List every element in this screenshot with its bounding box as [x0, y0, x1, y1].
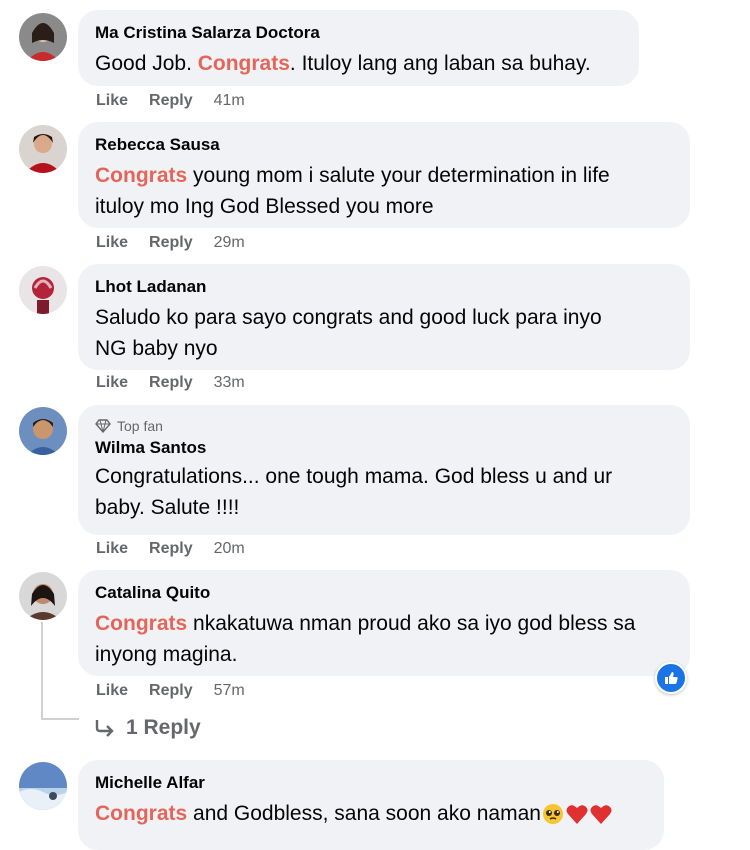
comment-bubble: Lhot Ladanan Saludo ko para sayo congrat…: [78, 264, 690, 370]
comment-actions: Like Reply 57m: [96, 682, 245, 700]
like-button[interactable]: Like: [96, 540, 128, 558]
avatar[interactable]: [19, 572, 67, 620]
comment-timestamp[interactable]: 20m: [214, 540, 245, 558]
comment-author[interactable]: Rebecca Sausa: [95, 134, 672, 156]
comment-bubble: Top fan Wilma Santos Congratulations... …: [78, 405, 690, 535]
reply-button[interactable]: Reply: [149, 540, 193, 558]
comment-actions: Like Reply 33m: [96, 374, 245, 392]
comment-text: Congrats nkakatuwa nman proud ako sa iyo…: [95, 612, 636, 666]
reply-arrow-icon: [95, 720, 114, 737]
comment-actions: Like Reply 29m: [96, 234, 245, 252]
reply-thread-line: [41, 622, 43, 720]
comment-bubble: Ma Cristina Salarza Doctora Good Job. Co…: [78, 10, 639, 86]
diamond-icon: [95, 419, 111, 433]
reply-thread-curve: [41, 718, 79, 720]
comment-author[interactable]: Michelle Alfar: [95, 772, 646, 794]
reply-button[interactable]: Reply: [149, 682, 193, 700]
comment-timestamp[interactable]: 41m: [214, 92, 245, 110]
comment-bubble: Michelle Alfar Congrats and Godbless, sa…: [78, 760, 664, 850]
comment-bubble: Catalina Quito Congrats nkakatuwa nman p…: [78, 570, 690, 676]
view-replies-link[interactable]: 1 Reply: [94, 716, 201, 740]
comment-author[interactable]: Wilma Santos: [95, 437, 672, 459]
red-heart-icon: [566, 805, 588, 825]
pleading-face-icon: [542, 804, 563, 825]
comment-text: Saludo ko para sayo congrats and good lu…: [95, 306, 602, 360]
avatar[interactable]: [19, 762, 67, 810]
comment-author[interactable]: Catalina Quito: [95, 582, 672, 604]
avatar[interactable]: [19, 266, 67, 314]
comment-text: Congrats and Godbless, sana soon ako nam…: [95, 798, 646, 829]
comment-timestamp[interactable]: 57m: [214, 682, 245, 700]
like-button[interactable]: Like: [96, 234, 128, 252]
avatar[interactable]: [19, 13, 67, 61]
reply-button[interactable]: Reply: [149, 374, 193, 392]
like-button[interactable]: Like: [96, 374, 128, 392]
avatar[interactable]: [19, 125, 67, 173]
replies-count[interactable]: 1 Reply: [126, 716, 201, 740]
reply-button[interactable]: Reply: [149, 92, 193, 110]
comment-text: Good Job. Congrats. Ituloy lang ang laba…: [95, 52, 591, 75]
comment-actions: Like Reply 41m: [96, 92, 245, 110]
like-reaction-icon[interactable]: [655, 662, 687, 694]
reply-button[interactable]: Reply: [149, 234, 193, 252]
comment-author[interactable]: Lhot Ladanan: [95, 276, 672, 298]
comment-bubble: Rebecca Sausa Congrats young mom i salut…: [78, 122, 690, 228]
like-button[interactable]: Like: [96, 92, 128, 110]
comment-timestamp[interactable]: 29m: [214, 234, 245, 252]
comment-timestamp[interactable]: 33m: [214, 374, 245, 392]
comment-actions: Like Reply 20m: [96, 540, 245, 558]
comment-text: Congratulations... one tough mama. God b…: [95, 465, 613, 519]
comment-author[interactable]: Ma Cristina Salarza Doctora: [95, 22, 621, 44]
like-button[interactable]: Like: [96, 682, 128, 700]
top-fan-badge: Top fan: [95, 417, 672, 435]
avatar[interactable]: [19, 407, 67, 455]
red-heart-icon: [590, 805, 612, 825]
comment-text: Congrats young mom i salute your determi…: [95, 164, 610, 218]
